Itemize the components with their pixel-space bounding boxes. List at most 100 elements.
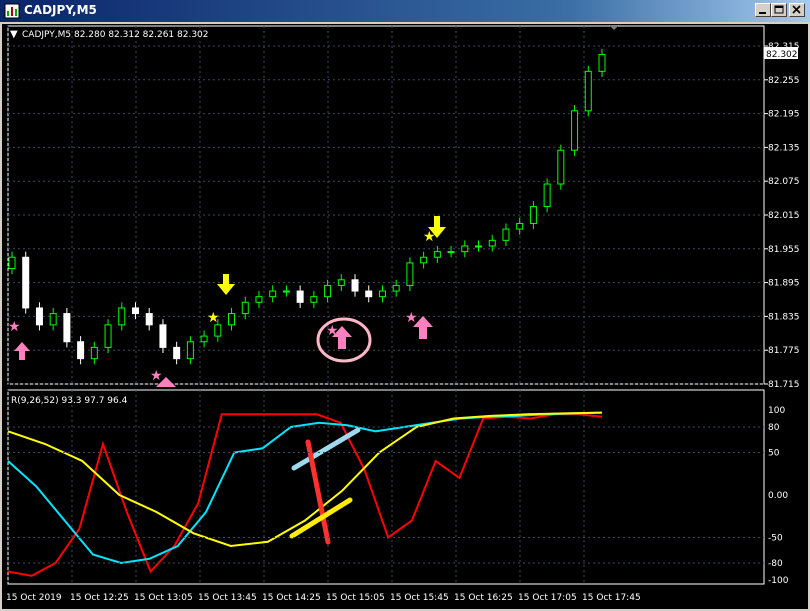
- candle-body: [447, 251, 455, 254]
- trend-line-mid: [291, 427, 361, 471]
- candle-body: [420, 256, 428, 264]
- candle-body: [378, 290, 386, 298]
- price-label: 81.715: [768, 380, 800, 390]
- candle-body: [584, 70, 592, 112]
- level-label: -80: [768, 559, 783, 569]
- level-label: 80: [768, 423, 780, 433]
- time-label: 15 Oct 17:45: [582, 593, 641, 603]
- time-label: 15 Oct 16:25: [454, 593, 513, 603]
- svg-text:★: ★: [150, 368, 163, 384]
- candle-body: [324, 284, 332, 298]
- price-label: 81.775: [768, 346, 800, 356]
- time-label: 15 Oct 15:05: [326, 593, 385, 603]
- star-icon: ★: [8, 319, 21, 335]
- chart-info-arrow-icon: ▼: [10, 29, 18, 40]
- svg-text:★: ★: [423, 229, 436, 245]
- time-label: 15 Oct 2019: [6, 593, 62, 603]
- star-icon: ★: [423, 229, 436, 245]
- candle-body: [131, 307, 139, 315]
- candle-body: [228, 313, 236, 326]
- candle-body: [571, 110, 579, 151]
- candle-body: [63, 313, 71, 343]
- minimize-button[interactable]: [755, 3, 771, 17]
- price-label: 81.955: [768, 245, 800, 255]
- candle-body: [365, 290, 373, 298]
- time-label: 15 Oct 12:25: [70, 593, 129, 603]
- title-bar[interactable]: CADJPY,M5: [0, 0, 810, 22]
- candle-body: [392, 284, 400, 292]
- candle-body: [118, 307, 126, 326]
- candle-body: [8, 256, 16, 270]
- level-label: 100: [768, 406, 785, 416]
- svg-text:★: ★: [207, 310, 220, 326]
- price-label: 82.075: [768, 177, 800, 187]
- level-label: 50: [768, 449, 780, 459]
- star-icon: ★: [207, 310, 220, 326]
- price-label: 82.015: [768, 211, 800, 221]
- time-label: 15 Oct 13:05: [134, 593, 193, 603]
- window-title: CADJPY,M5: [24, 3, 97, 17]
- indicator-lines: [7, 411, 603, 577]
- candle-body: [200, 335, 208, 343]
- arrow-up-icon: [14, 342, 30, 360]
- candle-body: [104, 324, 112, 348]
- candle-body: [461, 245, 469, 253]
- indicator-info: R(9,26,52) 93.3 97.7 96.4: [11, 396, 128, 406]
- candle-body: [145, 313, 153, 326]
- candle-body: [310, 296, 318, 303]
- price-label: 82.195: [768, 110, 800, 120]
- price-label: 82.255: [768, 76, 800, 86]
- current-price-tag: 82.302: [764, 47, 798, 60]
- candle-body: [543, 183, 551, 208]
- star-icon: ★: [150, 368, 163, 384]
- time-axis: 15 Oct 2019 15 Oct 12:25 15 Oct 13:05 15 Oc…: [6, 593, 641, 603]
- indicator-panel-frame: [7, 389, 765, 585]
- indicator-line: [7, 413, 603, 577]
- candle-body: [255, 296, 263, 303]
- indicator-line: [7, 411, 603, 565]
- chart-app-icon: [4, 3, 20, 19]
- candle-body: [475, 245, 483, 248]
- candle-body: [296, 290, 304, 303]
- candle-body: [173, 346, 181, 360]
- candle-body: [433, 251, 441, 258]
- candle-body: [22, 256, 30, 309]
- level-label: 0.00: [768, 491, 788, 501]
- maximize-button[interactable]: [771, 3, 787, 17]
- price-scale: 82.31582.25582.19582.13582.07582.01581.9…: [764, 42, 800, 390]
- price-label: 82.135: [768, 143, 800, 153]
- chart-info: CADJPY,M5 82.280 82.312 82.261 82.302: [22, 30, 209, 40]
- candle-body: [282, 290, 290, 293]
- time-label: 15 Oct 14:25: [262, 593, 321, 603]
- candle-body: [49, 313, 57, 326]
- level-label: -100: [768, 576, 789, 586]
- close-button[interactable]: [789, 3, 805, 17]
- level-label: -50: [768, 534, 783, 544]
- candle-body: [269, 290, 277, 298]
- star-icon: ★: [326, 323, 339, 339]
- candle-body: [502, 228, 510, 241]
- candle-body: [159, 324, 167, 348]
- candle-body: [351, 279, 359, 292]
- candle-body: [35, 307, 43, 326]
- candles: [8, 48, 606, 365]
- candle-body: [598, 53, 606, 72]
- price-label: 81.835: [768, 312, 800, 322]
- price-label: 81.895: [768, 279, 800, 289]
- candle-body: [557, 149, 565, 185]
- time-label: 15 Oct 17:05: [518, 593, 577, 603]
- time-label: 15 Oct 13:45: [198, 593, 257, 603]
- candle-body: [186, 341, 194, 360]
- chart-area[interactable]: ★ ★ ★ ★ ★ ★ ▼ CADJPY,M5 82.280 82.312 82…: [2, 24, 808, 609]
- svg-text:★: ★: [326, 323, 339, 339]
- candle-body: [77, 341, 85, 360]
- current-price: 82.302: [766, 50, 798, 60]
- candle-body: [241, 301, 249, 315]
- terminal-window: CADJPY,M5 ★ ★ ★ ★ ★ ★ ▼ CADJPY,M5 82.280…: [0, 0, 810, 611]
- indicator-scale: 100 80 50 0.00 -50 -80 -100: [8, 406, 789, 586]
- candle-body: [406, 262, 414, 286]
- shift-marker-icon: [609, 25, 619, 30]
- candle-body: [90, 346, 98, 360]
- candle-body: [337, 279, 345, 286]
- svg-text:★: ★: [405, 310, 418, 326]
